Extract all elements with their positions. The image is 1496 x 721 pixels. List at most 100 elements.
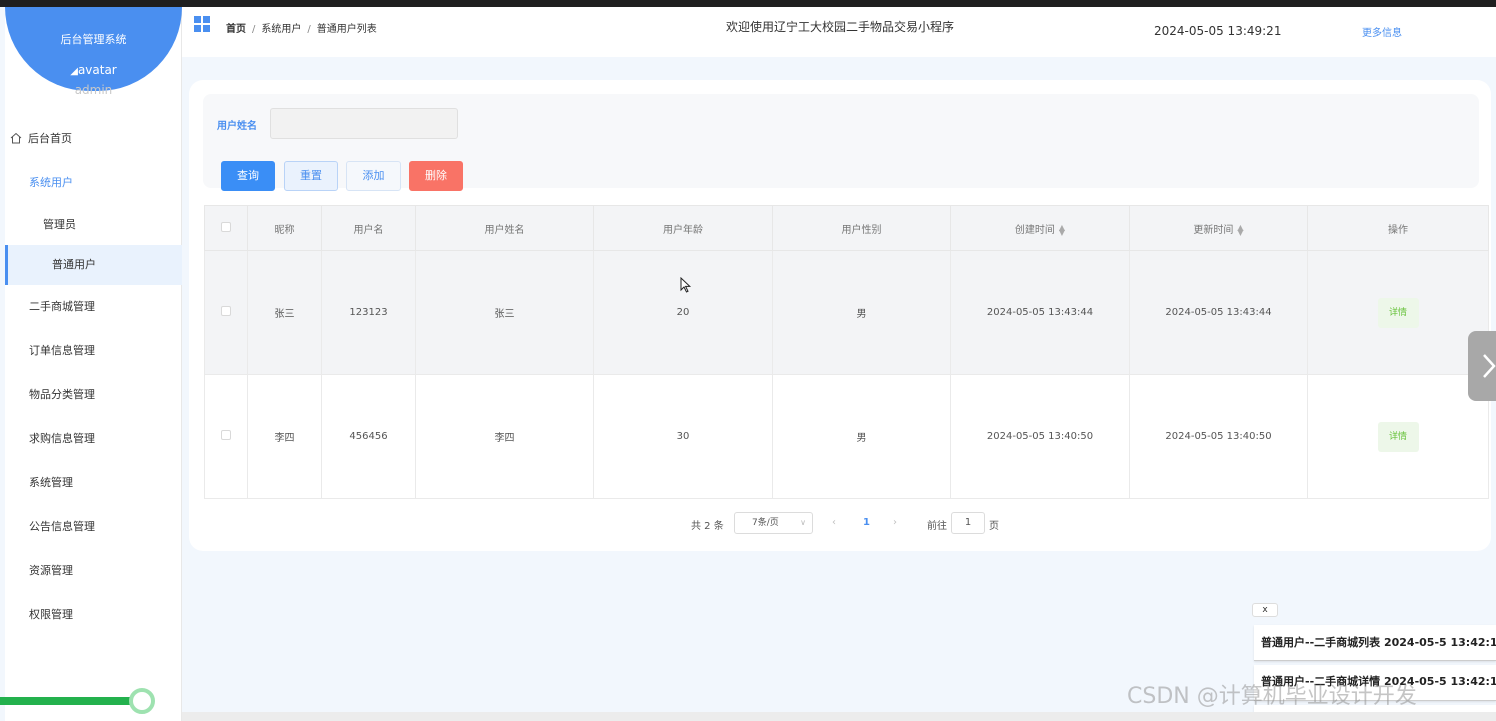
table-row: 李四 456456 李四 30 男 2024-05-05 13:40:50 20… <box>204 374 1489 499</box>
sidebar-item-orders[interactable]: 订单信息管理 <box>5 329 182 373</box>
user-name-search-input[interactable] <box>270 108 458 139</box>
breadcrumb-separator: / <box>307 24 311 35</box>
window-top-bar <box>0 0 1496 7</box>
progress-knob[interactable] <box>129 688 155 714</box>
detail-button[interactable]: 详情 <box>1377 421 1419 452</box>
column-header: 操作 <box>1307 205 1489 251</box>
sidebar-item-purchase[interactable]: 求购信息管理 <box>5 417 182 461</box>
sidebar-item-notices[interactable]: 公告信息管理 <box>5 505 182 549</box>
sidebar-item-label: 系统管理 <box>29 476 73 489</box>
sidebar-item-system[interactable]: 系统管理 <box>5 461 182 505</box>
sidebar-item-home[interactable]: 后台首页 <box>5 117 182 161</box>
cell-updated: 2024-05-05 13:40:50 <box>1129 374 1308 499</box>
column-header: 昵称 <box>247 205 322 251</box>
menu-grid-icon[interactable] <box>194 16 210 32</box>
app-title: 后台管理系统 <box>60 33 127 46</box>
avatar[interactable]: ◢avatar <box>5 63 182 77</box>
reset-button[interactable]: 重置 <box>284 161 338 191</box>
cell-name: 张三 <box>415 250 594 375</box>
current-username: admin <box>74 83 113 97</box>
notification-close-button[interactable]: x <box>1252 603 1278 617</box>
page-size-value: 7条/页 <box>752 518 779 528</box>
current-page-number[interactable]: 1 <box>863 517 870 528</box>
select-all-cell[interactable] <box>204 205 248 251</box>
next-page-icon[interactable]: › <box>893 517 897 528</box>
sidebar-item-label: 权限管理 <box>29 608 73 621</box>
breadcrumb-system-users[interactable]: 系统用户 <box>261 24 301 35</box>
breadcrumb-separator: / <box>252 24 256 35</box>
goto-label: 前往 <box>927 521 947 532</box>
search-label: 用户姓名 <box>217 121 257 132</box>
sidebar-item-label: 公告信息管理 <box>29 520 95 533</box>
cell-age: 20 <box>593 250 773 375</box>
chevron-right-icon <box>1483 354 1496 378</box>
detail-button[interactable]: 详情 <box>1377 297 1419 328</box>
cell-username: 123123 <box>321 250 416 375</box>
row-select-cell[interactable] <box>204 374 248 499</box>
search-panel: 用户姓名 查询 重置 添加 删除 <box>203 94 1479 191</box>
row-checkbox[interactable] <box>221 430 231 440</box>
table-header-row: 昵称 用户名 用户姓名 用户年龄 用户性别 创建时间 ▲ ▼ 更新时间 ▲ ▼ 操作 <box>204 205 1489 251</box>
column-header-label: 创建时间 <box>1014 224 1055 236</box>
sidebar-item-label: 资源管理 <box>29 564 73 577</box>
sidebar-item-system-users[interactable]: 系统用户 <box>5 161 182 205</box>
cell-updated: 2024-05-05 13:43:44 <box>1129 250 1308 375</box>
cell-nickname: 张三 <box>247 250 322 375</box>
watermark-text: CSDN @计算机毕业设计开发 <box>1127 684 1417 709</box>
sidebar-brand: 后台管理系统 ◢avatar admin <box>5 7 182 97</box>
goto-suffix: 页 <box>989 521 999 532</box>
sidebar: 后台管理系统 ◢avatar admin 后台首页 系统用户 管理员 普通用户 … <box>5 7 182 721</box>
page-size-select[interactable]: 7条/页 ∨ <box>734 512 813 534</box>
breadcrumb: 首页 / 系统用户 / 普通用户列表 <box>226 20 377 35</box>
sidebar-item-label: 普通用户 <box>52 258 96 271</box>
chevron-down-icon: ∨ <box>800 518 806 527</box>
column-header: 用户名 <box>321 205 416 251</box>
column-header-label: 更新时间 <box>1193 224 1234 236</box>
row-select-cell[interactable] <box>204 250 248 375</box>
cell-username: 456456 <box>321 374 416 499</box>
bottom-progress-bar <box>0 697 140 705</box>
goto-page-input[interactable]: 1 <box>951 512 985 534</box>
broken-image-icon: ◢ <box>70 66 78 77</box>
prev-page-icon[interactable]: ‹ <box>832 517 836 528</box>
breadcrumb-current: 普通用户列表 <box>316 24 377 35</box>
total-count: 共 2 条 <box>691 521 724 532</box>
notification-item[interactable]: 普通用户--二手商城列表 2024-05-5 13:42:14 <box>1254 625 1496 661</box>
sidebar-item-mall[interactable]: 二手商城管理 <box>5 285 182 329</box>
sidebar-item-label: 系统用户 <box>29 176 73 189</box>
avatar-alt-text: avatar <box>77 63 117 77</box>
breadcrumb-home[interactable]: 首页 <box>226 24 246 35</box>
row-checkbox[interactable] <box>221 306 231 316</box>
cell-gender: 男 <box>772 374 951 499</box>
sidebar-item-label: 物品分类管理 <box>29 388 95 401</box>
cell-nickname: 李四 <box>247 374 322 499</box>
sidebar-item-normal-users[interactable]: 普通用户 <box>5 245 182 285</box>
select-all-checkbox[interactable] <box>221 221 231 232</box>
sidebar-item-label: 二手商城管理 <box>29 300 95 313</box>
column-header-updated[interactable]: 更新时间 ▲ ▼ <box>1129 205 1308 251</box>
add-button[interactable]: 添加 <box>346 161 401 191</box>
column-header-created[interactable]: 创建时间 ▲ ▼ <box>950 205 1130 251</box>
sidebar-item-permissions[interactable]: 权限管理 <box>5 593 182 637</box>
sidebar-item-resources[interactable]: 资源管理 <box>5 549 182 593</box>
cell-created: 2024-05-05 13:43:44 <box>950 250 1130 375</box>
sidebar-item-label: 订单信息管理 <box>29 344 95 357</box>
more-info-link[interactable]: 更多信息 <box>1362 24 1402 39</box>
mouse-cursor-icon <box>680 277 692 293</box>
table-row: 张三 123123 张三 20 男 2024-05-05 13:43:44 20… <box>204 250 1489 375</box>
bottom-scrollbar[interactable] <box>182 712 1496 721</box>
query-button[interactable]: 查询 <box>221 161 275 191</box>
side-expand-button[interactable] <box>1468 331 1496 401</box>
cell-action: 详情 <box>1307 250 1489 375</box>
sidebar-item-label: 管理员 <box>43 218 76 231</box>
column-header: 用户性别 <box>772 205 951 251</box>
sort-icon[interactable]: ▲ ▼ <box>1059 223 1065 236</box>
delete-button[interactable]: 删除 <box>409 161 463 191</box>
sidebar-item-admins[interactable]: 管理员 <box>5 205 182 245</box>
sidebar-item-categories[interactable]: 物品分类管理 <box>5 373 182 417</box>
cell-action: 详情 <box>1307 374 1489 499</box>
home-icon <box>10 132 22 144</box>
cell-created: 2024-05-05 13:40:50 <box>950 374 1130 499</box>
sort-icon[interactable]: ▲ ▼ <box>1237 223 1243 236</box>
cell-age: 30 <box>593 374 773 499</box>
